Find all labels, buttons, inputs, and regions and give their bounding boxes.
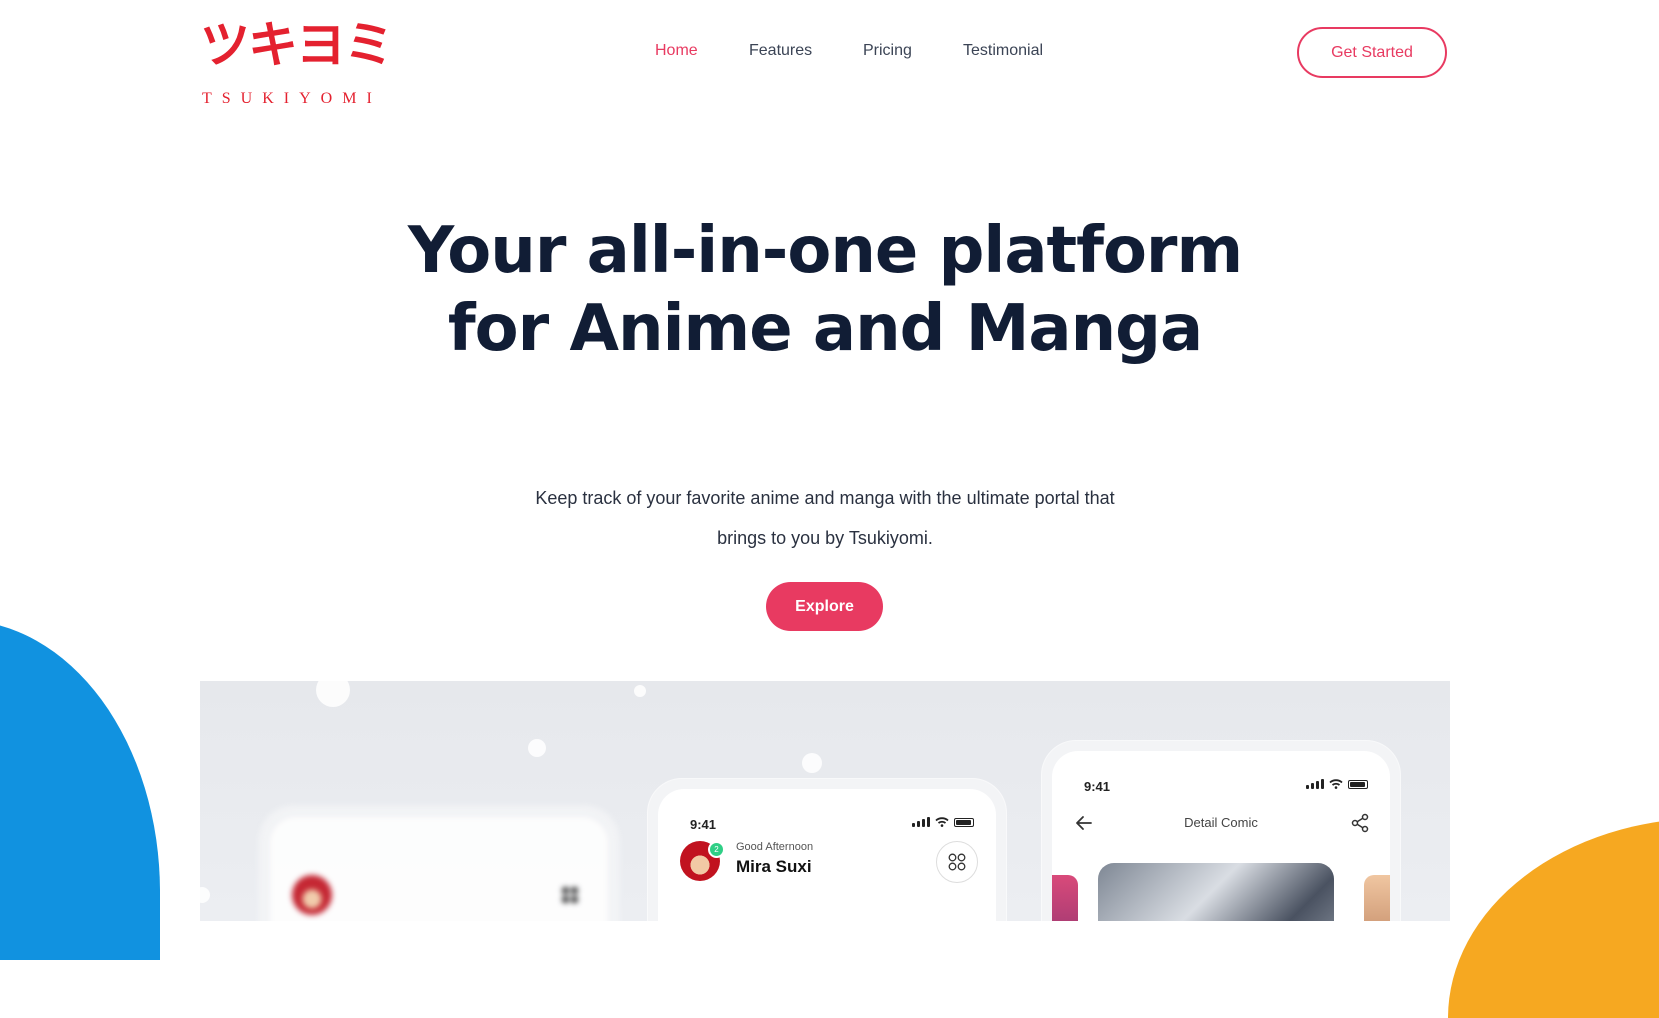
wifi-icon (1329, 779, 1343, 789)
wifi-icon (935, 817, 949, 827)
brand-logo[interactable]: ツキヨミ TSUKIYOMI (200, 15, 394, 107)
logo-roman-text: TSUKIYOMI (202, 90, 382, 107)
user-name: Mira Suxi (736, 857, 812, 876)
phone-screen: 9:41 2 Good Afternoon Mira Suxi (658, 789, 996, 921)
nav-pricing[interactable]: Pricing (863, 42, 912, 60)
signal-icon (912, 817, 930, 827)
nav-testimonial[interactable]: Testimonial (963, 42, 1043, 60)
share-icon[interactable] (1350, 813, 1370, 833)
hero-subtitle: Keep track of your favorite anime and ma… (535, 488, 1115, 548)
status-time: 9:41 (690, 817, 717, 832)
grid-menu-button[interactable] (936, 841, 978, 883)
notification-badge: 2 (708, 841, 725, 858)
site-header: ツキヨミ TSUKIYOMI Home Features Pricing Tes… (0, 0, 1659, 110)
status-icons (912, 817, 974, 827)
signal-icon (1306, 779, 1324, 789)
decorative-orange-blob (1448, 818, 1659, 1018)
comic-cover-next[interactable] (1364, 875, 1390, 921)
decorative-blue-blob (0, 620, 160, 960)
comic-cover-image[interactable] (1098, 863, 1334, 921)
grid-menu-icon (550, 875, 590, 915)
decorative-bubble (634, 685, 646, 697)
decorative-bubble (316, 681, 350, 707)
phone-mockup-blurred (260, 807, 618, 921)
nav-features[interactable]: Features (749, 42, 812, 60)
app-showcase: 9:41 2 Good Afternoon Mira Suxi 9:41 Det… (200, 681, 1450, 921)
phone-screen (270, 817, 608, 921)
status-time: 9:41 (1084, 779, 1111, 794)
avatar (292, 875, 332, 915)
explore-button[interactable]: Explore (766, 582, 883, 631)
logo-kana-text: ツキヨミ (200, 15, 394, 74)
decorative-bubble (200, 887, 210, 903)
nav-home[interactable]: Home (655, 42, 698, 60)
comic-cover-prev[interactable] (1052, 875, 1078, 921)
detail-title: Detail Comic (1184, 815, 1258, 830)
battery-icon (1348, 780, 1368, 789)
hero-title: Your all-in-one platform for Anime and M… (407, 214, 1243, 366)
phone-screen: 9:41 Detail Comic (1052, 751, 1390, 921)
decorative-bubble (802, 753, 822, 773)
phone-mockup-detail: 9:41 Detail Comic (1042, 741, 1400, 921)
grid-icon (948, 853, 966, 871)
phone-mockup-home: 9:41 2 Good Afternoon Mira Suxi (648, 779, 1006, 921)
get-started-button[interactable]: Get Started (1297, 27, 1447, 78)
battery-icon (954, 818, 974, 827)
status-icons (1306, 779, 1368, 789)
greeting-text: Good Afternoon (736, 841, 814, 853)
decorative-bubble (528, 739, 546, 757)
